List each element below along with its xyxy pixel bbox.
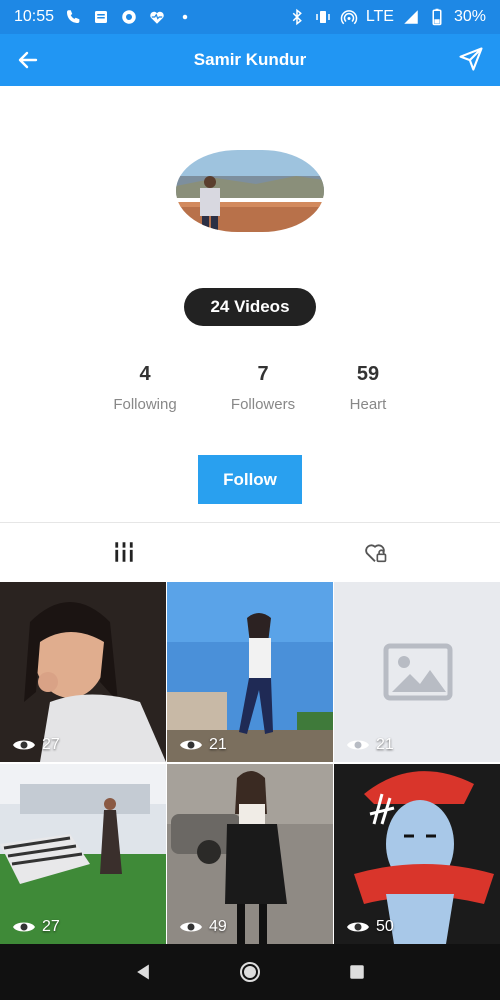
video-thumbnail [334, 764, 500, 944]
chrome-icon [120, 8, 138, 26]
tab-videos[interactable] [104, 532, 144, 572]
hotspot-icon [340, 8, 358, 26]
stat-following[interactable]: 4 Following [105, 362, 185, 413]
message-icon [92, 8, 110, 26]
followers-count: 7 [257, 363, 269, 385]
stat-followers[interactable]: 7 Followers [223, 362, 303, 413]
view-count-value: 21 [209, 736, 227, 753]
heart-label: Heart [349, 396, 387, 413]
eye-icon [347, 740, 369, 750]
nav-home-icon [239, 962, 260, 982]
battery-percent: 30% [453, 8, 486, 25]
signal-icon [402, 8, 420, 26]
dot-icon [176, 8, 194, 26]
follow-button[interactable]: Follow [198, 455, 302, 504]
video-thumbnail [0, 582, 166, 762]
videos-count-badge: 24 Videos [184, 288, 316, 326]
nav-home-button[interactable] [236, 958, 264, 986]
video-tile[interactable]: 27 [0, 582, 166, 762]
following-label: Following [113, 396, 177, 413]
stat-heart[interactable]: 59 Heart [328, 362, 408, 413]
view-count-value: 27 [42, 918, 60, 935]
view-count-value: 21 [376, 736, 394, 753]
view-count-value: 50 [376, 918, 394, 935]
view-count-value: 27 [42, 736, 60, 753]
video-thumbnail [167, 764, 333, 944]
app-bar: Samir Kundur [0, 34, 500, 86]
status-time: 10:55 [14, 8, 55, 25]
videos-grid-icon [113, 542, 135, 562]
view-count: 21 [179, 736, 227, 754]
battery-icon [428, 8, 446, 26]
view-count: 27 [12, 736, 60, 754]
phone-icon [64, 8, 82, 26]
eye-icon [180, 922, 202, 932]
back-arrow-icon [18, 51, 38, 69]
video-tile[interactable]: 50 [334, 764, 500, 944]
view-count-value: 49 [209, 918, 227, 935]
network-label: LTE [365, 8, 394, 25]
tab-liked[interactable] [355, 532, 395, 572]
bluetooth-icon [288, 8, 306, 26]
eye-icon [180, 740, 202, 750]
heart-count: 59 [356, 363, 380, 385]
following-count: 4 [139, 363, 151, 385]
profile-avatar[interactable] [176, 150, 324, 232]
liked-lock-icon [365, 544, 387, 563]
nav-recents-icon [349, 965, 364, 979]
eye-icon [347, 922, 369, 932]
eye-icon [13, 740, 35, 750]
video-thumbnail [167, 582, 333, 762]
nav-recents-button[interactable] [343, 958, 371, 986]
view-count: 50 [346, 918, 394, 936]
video-thumbnail [0, 764, 166, 944]
view-count: 49 [179, 918, 227, 936]
send-icon [459, 47, 483, 71]
view-count: 27 [12, 918, 60, 936]
eye-icon [13, 922, 35, 932]
page-title: Samir Kundur [193, 50, 307, 69]
vibrate-icon [314, 8, 332, 26]
video-tile[interactable]: 49 [167, 764, 333, 944]
video-grid: 27 21 21 27 49 50 [0, 582, 500, 944]
video-tile[interactable]: 27 [0, 764, 166, 944]
nav-back-button[interactable] [129, 958, 157, 986]
video-tile[interactable]: 21 [167, 582, 333, 762]
avatar-image [176, 150, 324, 232]
status-bar: 10:55 LTE 30% [0, 0, 500, 34]
divider [0, 522, 500, 523]
system-nav-bar [0, 944, 500, 1000]
heart-pulse-icon [148, 8, 166, 26]
followers-label: Followers [230, 396, 296, 413]
view-count: 21 [346, 736, 394, 754]
back-button[interactable] [14, 46, 42, 74]
nav-back-icon [137, 964, 150, 980]
image-placeholder-icon [334, 582, 500, 762]
send-message-button[interactable] [456, 44, 486, 74]
video-tile[interactable]: 21 [334, 582, 500, 762]
